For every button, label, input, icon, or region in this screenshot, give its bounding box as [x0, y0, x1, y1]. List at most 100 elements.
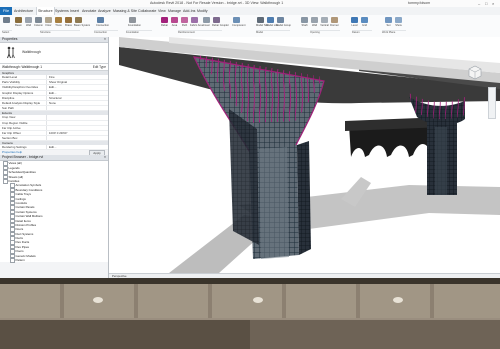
beam-system-icon [75, 17, 82, 23]
cover-icon [203, 17, 210, 23]
beam-button[interactable]: Beam [14, 17, 23, 29]
model-group-button[interactable]: Model Group [276, 17, 291, 29]
shaft-icon [301, 17, 308, 23]
property-value[interactable]: Fine [46, 75, 108, 80]
property-key: Parts Visibility [2, 80, 20, 85]
show-icon [395, 17, 402, 23]
property-key: Section Box [2, 136, 18, 141]
file-tab[interactable]: File [0, 7, 12, 15]
property-value[interactable] [46, 115, 108, 120]
3d-viewport[interactable] [109, 37, 500, 273]
truss-button[interactable]: Truss [54, 17, 63, 29]
navigation-bar[interactable] [488, 87, 496, 119]
modify-button[interactable] [2, 17, 11, 29]
level-button[interactable]: Level [350, 17, 359, 29]
tab-add-ins[interactable]: Add-Ins [183, 7, 195, 15]
instance-filter-dropdown[interactable]: Walkthrough: Walkthrough 1 Edit Type [0, 64, 108, 71]
tab-modify[interactable]: Modify [197, 7, 208, 15]
property-value[interactable] [46, 125, 108, 130]
opening-wall-button[interactable]: Wall [310, 17, 319, 29]
browser-item[interactable]: Pattern [0, 258, 108, 263]
fabric-area-button[interactable]: Fabric Area [190, 17, 203, 29]
wall-icon [25, 17, 32, 23]
property-value[interactable]: Show Original [46, 80, 108, 85]
tab-architecture[interactable]: Architecture [14, 7, 33, 15]
rebar-coupler-icon [213, 17, 220, 23]
left-panel: Properties × Walkthrough Walkthrough: Wa… [0, 37, 109, 278]
property-key: Graphic Display Options [2, 90, 34, 95]
shaft-button[interactable]: Shaft [300, 17, 309, 29]
area-icon [171, 17, 178, 23]
area-button[interactable]: Area [170, 17, 179, 29]
viewcube-icon[interactable] [466, 63, 484, 81]
rebar-button[interactable]: Rebar [160, 17, 169, 29]
property-value[interactable] [46, 136, 108, 141]
group-structure: Structure [40, 30, 80, 37]
edit-type-button[interactable]: Edit Type [93, 64, 106, 70]
tab-systems[interactable]: Systems [55, 7, 69, 15]
property-value[interactable]: Edit... [46, 145, 108, 150]
dormer-button[interactable]: Dormer [330, 17, 339, 29]
property-value[interactable] [46, 120, 108, 125]
tab-massing-site[interactable]: Massing & Site [113, 7, 137, 15]
column-button[interactable]: Column [34, 17, 43, 29]
property-value[interactable]: None [46, 100, 108, 106]
set-work-plane-button[interactable]: Set [384, 17, 393, 29]
close-icon[interactable]: × [492, 1, 494, 6]
show-work-plane-button[interactable]: Show [394, 17, 403, 29]
tab-annotate[interactable]: Annotate [82, 7, 96, 15]
tab-collaborate[interactable]: Collaborate [138, 7, 156, 15]
tab-view[interactable]: View [158, 7, 166, 15]
floor-button[interactable]: Floor [44, 17, 53, 29]
tab-structure[interactable]: Structure [36, 7, 55, 15]
expand-icon[interactable] [10, 258, 15, 263]
beam-icon [15, 17, 22, 23]
model-text-button[interactable]: Model Text [256, 17, 269, 29]
type-selector-preview[interactable]: Walkthrough [0, 43, 108, 64]
ribbon-panel: Beam Wall Column Floor Truss Brace Beam … [0, 15, 500, 38]
brace-button[interactable]: Brace [64, 17, 73, 29]
group-foundation: Foundation [126, 30, 152, 37]
cover-button[interactable]: Cover [202, 17, 211, 29]
main-column-side [297, 141, 311, 255]
grid-button[interactable]: Grid [360, 17, 369, 29]
right-pier-front [435, 127, 447, 195]
fabric-area-icon [191, 17, 198, 23]
close-icon[interactable]: × [104, 37, 106, 42]
connection-icon [97, 17, 104, 23]
property-key: Crop Region Visible [2, 120, 28, 125]
path-button[interactable]: Path [180, 17, 189, 29]
model-line-button[interactable]: Model Line [266, 17, 279, 29]
vertical-button[interactable]: Vertical [320, 17, 329, 29]
maximize-icon[interactable]: □ [485, 1, 487, 6]
close-icon[interactable]: × [104, 155, 106, 160]
tab-analyze[interactable]: Analyze [98, 7, 111, 15]
properties-help-link[interactable]: Properties help [2, 150, 22, 154]
browser-item-label: Pattern [15, 258, 25, 263]
walkthrough-icon [7, 46, 15, 59]
tab-manage[interactable]: Manage [168, 7, 181, 15]
main-column-front-band [259, 147, 289, 259]
extents-rows: Crop View Crop Region Visible Far Clip Act… [0, 115, 108, 142]
group-model: Model [256, 30, 290, 37]
property-value[interactable]: Edit... [46, 85, 108, 90]
group-connection: Connection [94, 30, 118, 37]
tab-insert[interactable]: Insert [70, 7, 79, 15]
property-value[interactable]: Structural [46, 95, 108, 100]
property-value[interactable]: Edit... [46, 90, 108, 95]
minimize-icon[interactable]: – [478, 1, 480, 6]
property-key: Sun Path [2, 106, 14, 111]
floor-icon [45, 17, 52, 23]
property-value[interactable]: 1000' 0 23/64" [46, 130, 108, 136]
user-name[interactable]: tommy.folsom [408, 1, 430, 5]
wall-panels [0, 284, 500, 318]
foundation-icon [129, 17, 136, 23]
foundation-button[interactable]: Foundation [128, 17, 141, 29]
beam-system-button[interactable]: Beam System [74, 17, 90, 29]
property-value[interactable] [46, 106, 108, 111]
connection-button[interactable]: Connection [96, 17, 109, 29]
component-button[interactable]: Component [232, 17, 245, 29]
work-plane-icon [385, 17, 392, 23]
rebar-coupler-button[interactable]: Rebar Coupler [212, 17, 229, 29]
wall-button[interactable]: Wall [24, 17, 33, 29]
